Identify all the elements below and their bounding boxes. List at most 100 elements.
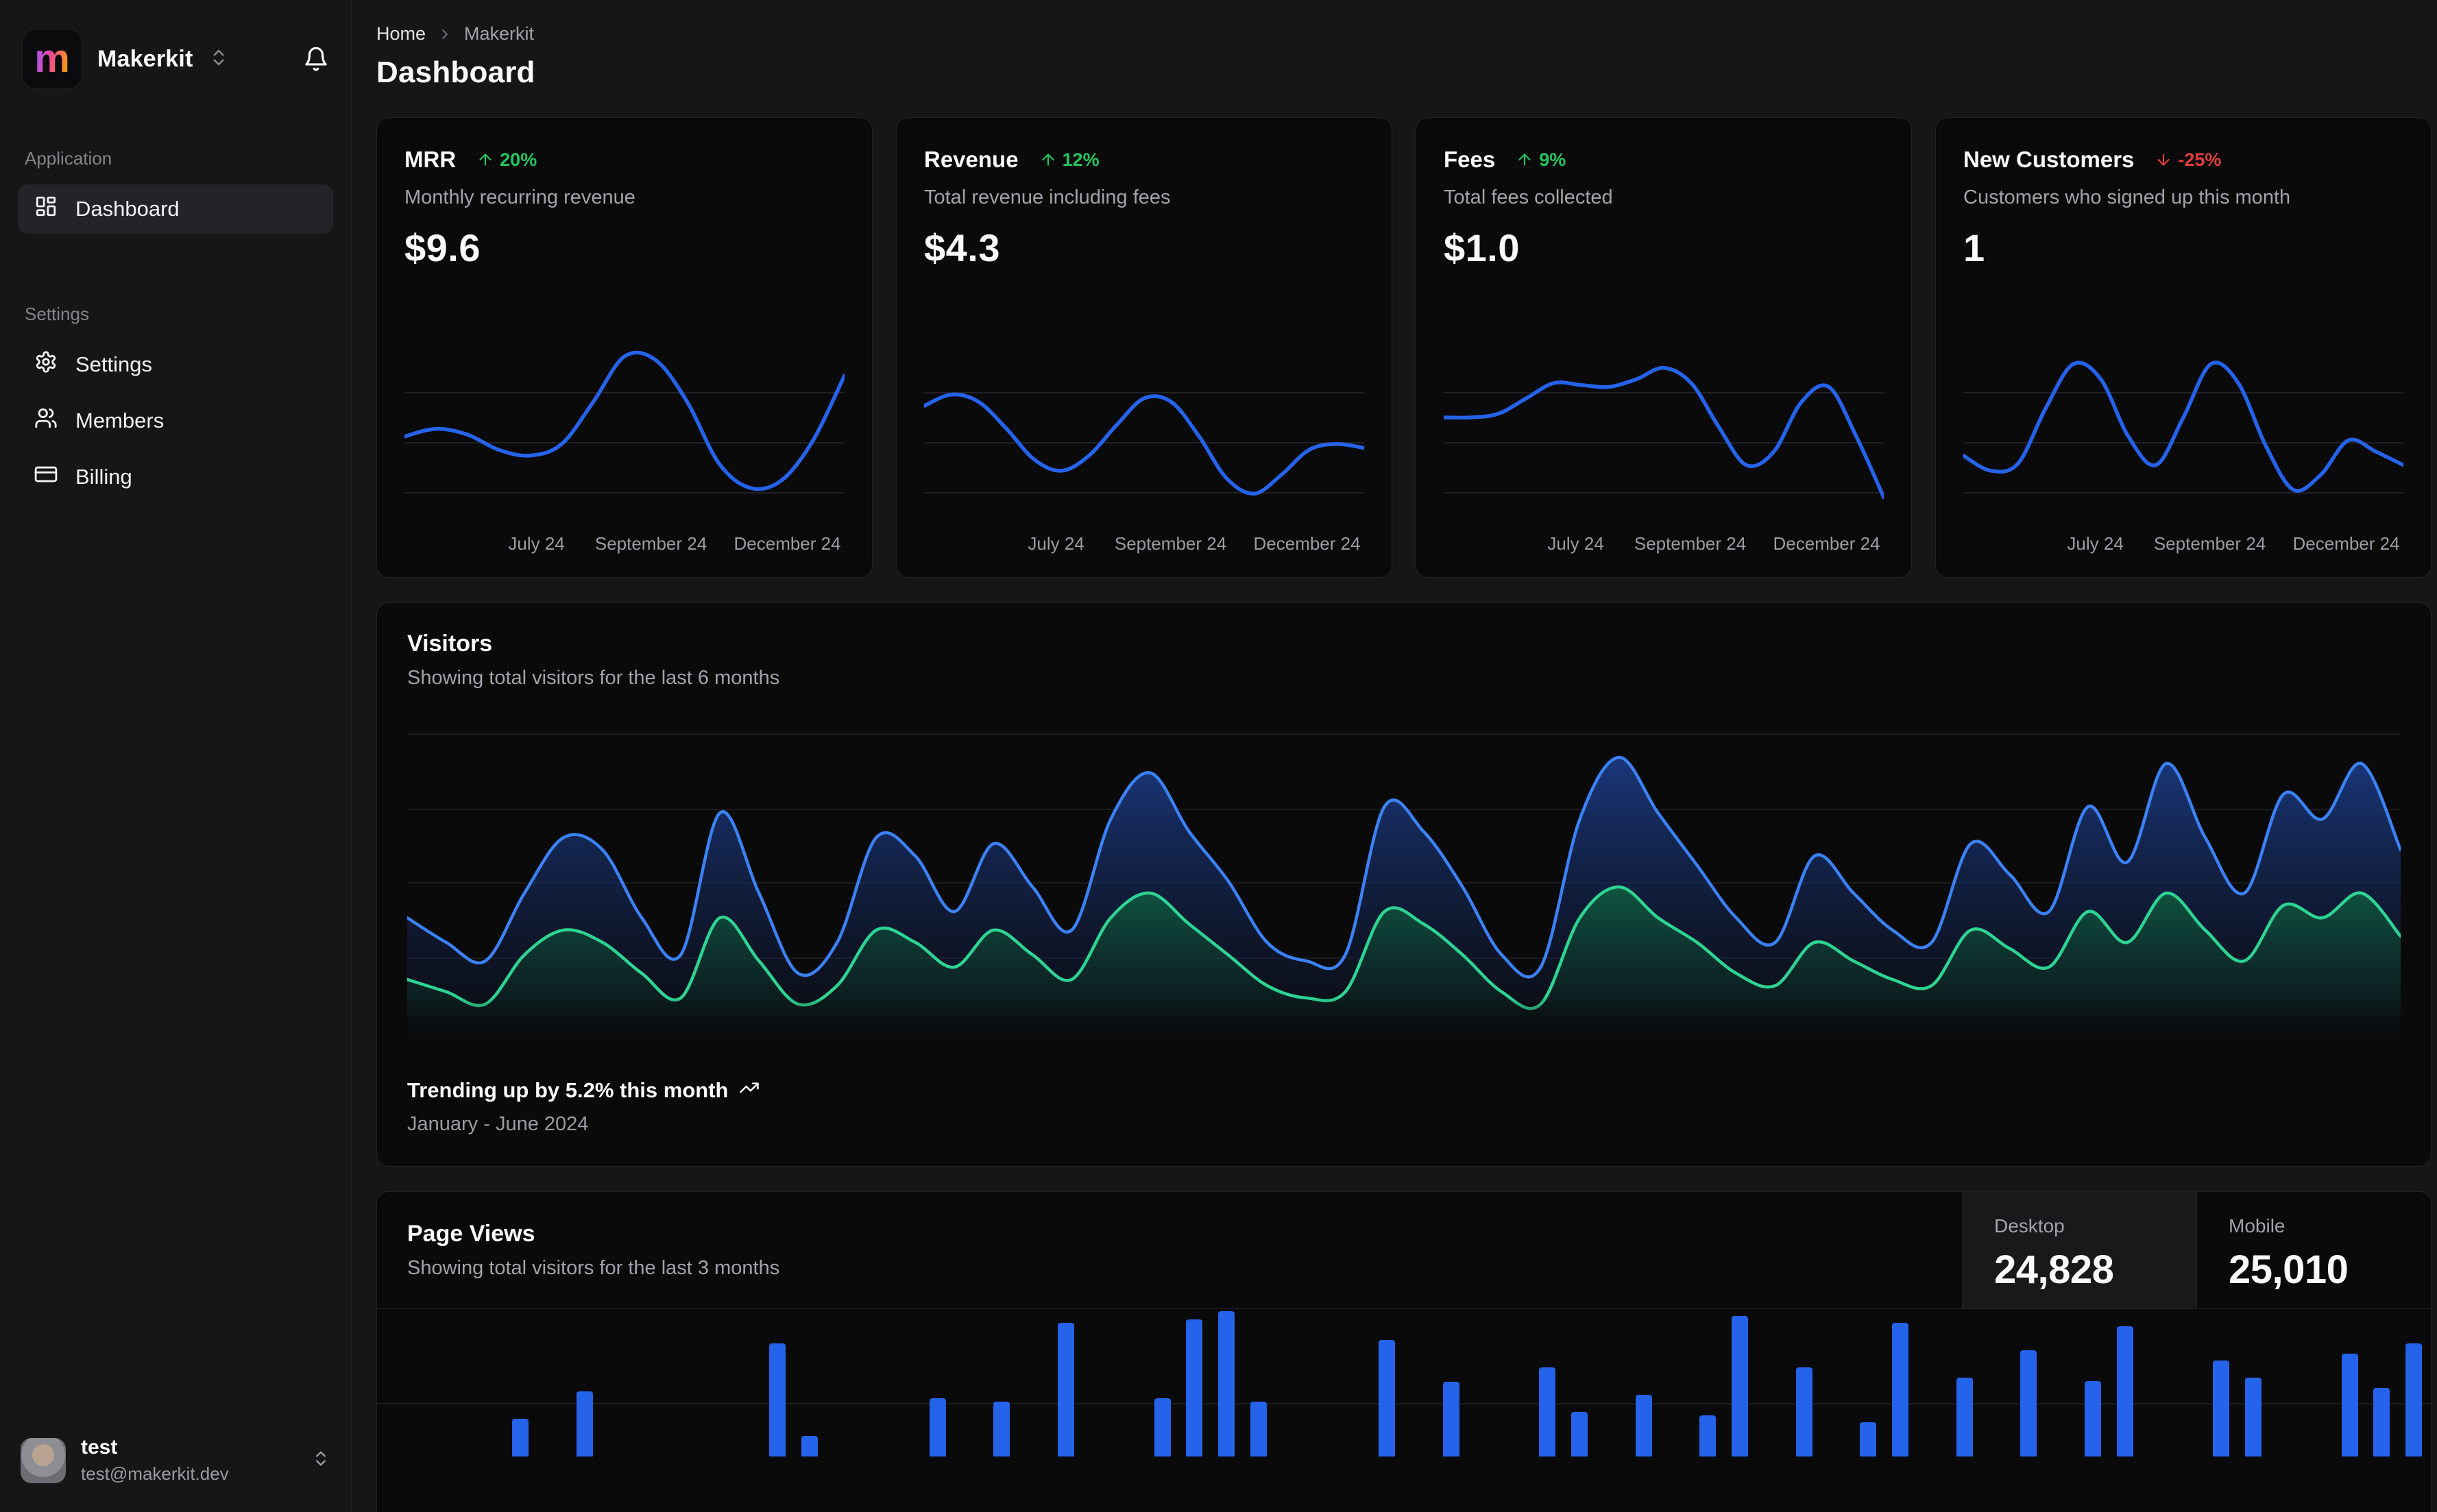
bar <box>2341 1354 2358 1456</box>
sidebar-item-settings[interactable]: Settings <box>18 340 333 389</box>
user-meta: test test@makerkit.dev <box>81 1436 229 1485</box>
sidebar-item-dashboard[interactable]: Dashboard <box>18 184 333 234</box>
sidebar-nav: Application Dashboard Settings Settings … <box>18 148 333 509</box>
bell-icon[interactable] <box>303 46 329 72</box>
page-views-card: Page Views Showing total visitors for th… <box>376 1191 2432 1512</box>
stat-sparkline-chart: July 24 September 24 December 24 <box>924 313 1364 559</box>
stat-sparkline-chart: July 24 September 24 December 24 <box>1444 313 1884 559</box>
tab-mobile-label: Mobile <box>2229 1215 2286 1236</box>
user-name: test <box>81 1436 118 1459</box>
brand-logo[interactable]: m <box>22 29 82 89</box>
page-views-header: Page Views Showing total visitors for th… <box>377 1192 2431 1309</box>
visitors-card: Visitors Showing total visitors for the … <box>376 602 2432 1167</box>
sparkline-x-axis: July 24 September 24 December 24 <box>2067 533 2400 554</box>
breadcrumb-current: Makerkit <box>464 23 535 44</box>
stat-subtitle: Monthly recurring revenue <box>404 186 635 208</box>
bar <box>576 1391 593 1456</box>
bar <box>1892 1323 1909 1456</box>
sidebar: m Makerkit Application Dashboard Setting… <box>0 0 352 1512</box>
sidebar-item-billing[interactable]: Billing <box>18 452 333 502</box>
stat-card-fees: Fees 9% Total fees collected $1.0 July 24 Sep… <box>1416 117 1912 578</box>
visitors-footer: Trending up by 5.2% this month January -… <box>407 1077 2401 1136</box>
bar <box>1539 1367 1556 1456</box>
stat-title: Revenue <box>924 147 1019 172</box>
bar <box>2245 1378 2262 1456</box>
stat-value: $1.0 <box>1444 226 1520 269</box>
stat-card-mrr: MRR 20% Monthly recurring revenue $9.6 July … <box>376 117 873 578</box>
chevrons-up-down-icon[interactable] <box>311 1449 330 1472</box>
sidebar-item-label: Dashboard <box>75 197 180 221</box>
visitors-trend-text: Trending up by 5.2% this month <box>407 1078 729 1102</box>
arrow-up-icon <box>479 154 492 166</box>
sparkline-x-axis: July 24 September 24 December 24 <box>508 533 841 554</box>
stats-row: MRR 20% Monthly recurring revenue $9.6 July … <box>376 117 2432 578</box>
dashboard-icon <box>34 195 58 223</box>
bar <box>1250 1402 1267 1456</box>
stat-card-new-customers: New Customers -25% Customers who signed up… <box>1935 117 2432 578</box>
nav-section-application: Application <box>25 148 112 169</box>
sparkline-x-axis: July 24 September 24 December 24 <box>1028 533 1361 554</box>
bar <box>929 1398 946 1456</box>
visitors-area-chart <box>407 720 2401 1042</box>
trend-badge: -25% <box>2155 149 2221 171</box>
tab-mobile[interactable]: Mobile 25,010 <box>2196 1192 2431 1308</box>
page-views-subtitle: Showing total visitors for the last 3 mo… <box>407 1257 780 1279</box>
sidebar-item-label: Members <box>75 409 165 432</box>
brand-logo-letter: m <box>34 36 70 81</box>
stat-value: $4.3 <box>924 226 1000 269</box>
breadcrumb-home[interactable]: Home <box>376 23 426 45</box>
bar <box>1635 1395 1652 1456</box>
bar <box>1732 1316 1749 1456</box>
user-email: test@makerkit.dev <box>81 1463 229 1484</box>
bar <box>512 1419 529 1456</box>
stat-title: MRR <box>404 147 457 172</box>
stat-title: New Customers <box>1963 147 2135 172</box>
sidebar-item-members[interactable]: Members <box>18 396 333 446</box>
billing-icon <box>34 463 58 491</box>
stat-card-revenue: Revenue 12% Total revenue including fees $4… <box>896 117 1392 578</box>
members-icon <box>34 406 58 435</box>
trend-badge: 12% <box>1039 149 1100 171</box>
bar <box>2213 1361 2230 1456</box>
bar <box>2405 1343 2423 1456</box>
bar <box>1154 1398 1171 1456</box>
arrow-up-icon <box>1041 154 1054 166</box>
main-content: Home Makerkit Dashboard MRR 20% Monthly re… <box>352 0 2437 1512</box>
sparkline-x-axis: July 24 September 24 December 24 <box>1547 533 1880 554</box>
bar <box>2373 1388 2390 1456</box>
gear-icon <box>34 350 58 379</box>
visitors-period: January - June 2024 <box>407 1113 589 1135</box>
arrow-down-icon <box>2157 154 2170 166</box>
bar <box>1379 1340 1396 1456</box>
bar <box>1956 1378 1973 1456</box>
trend-badge: 9% <box>1516 149 1566 171</box>
arrow-up-icon <box>1518 154 1531 166</box>
sidebar-item-label: Settings <box>75 352 153 376</box>
user-menu[interactable]: test test@makerkit.dev <box>18 1436 333 1485</box>
page-views-bar-chart <box>377 1309 2431 1456</box>
bar <box>1442 1382 1459 1456</box>
bar <box>768 1343 786 1456</box>
bar <box>2116 1326 2133 1456</box>
page-views-title: Page Views <box>407 1221 535 1247</box>
bar <box>2020 1350 2037 1456</box>
trending-up-icon <box>739 1077 760 1103</box>
stat-sparkline-chart: July 24 September 24 December 24 <box>404 313 845 559</box>
nav-section-settings: Settings <box>25 304 89 324</box>
sidebar-header: m Makerkit <box>18 29 333 89</box>
stat-value: $9.6 <box>404 226 481 269</box>
tab-desktop-value: 24,828 <box>1994 1247 2114 1292</box>
page-title: Dashboard <box>376 56 535 89</box>
bar <box>993 1402 1010 1456</box>
stat-value: 1 <box>1963 226 1985 269</box>
avatar <box>21 1437 66 1483</box>
chevrons-up-down-icon[interactable] <box>208 47 229 71</box>
tab-desktop[interactable]: Desktop 24,828 <box>1962 1192 2196 1308</box>
breadcrumb: Home Makerkit <box>376 23 2430 45</box>
visitors-title: Visitors <box>407 631 493 657</box>
tab-desktop-label: Desktop <box>1994 1215 2065 1236</box>
sidebar-item-label: Billing <box>75 465 132 489</box>
stat-subtitle: Total revenue including fees <box>924 186 1171 208</box>
bar <box>801 1436 818 1456</box>
bar <box>1795 1367 1812 1456</box>
